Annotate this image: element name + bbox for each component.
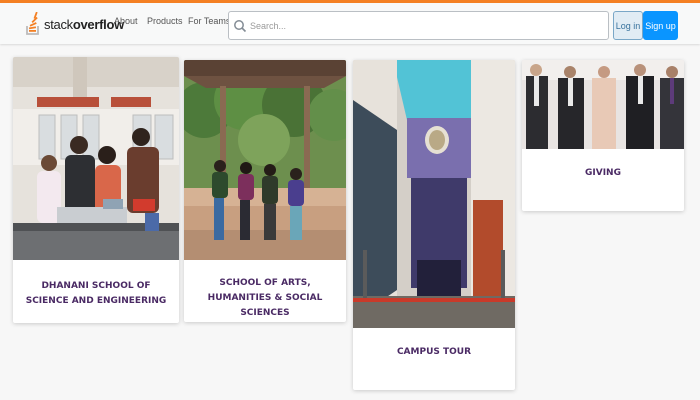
nav-for-teams[interactable]: For Teams bbox=[188, 16, 230, 26]
card-title[interactable]: SCHOOL OF ARTS, HUMANITIES & SOCIAL SCIE… bbox=[190, 276, 340, 321]
campus-building-photo bbox=[353, 60, 515, 328]
students-in-lab-photo bbox=[13, 57, 179, 260]
card-giving[interactable]: GIVING bbox=[522, 60, 684, 211]
nav-products[interactable]: Products bbox=[147, 16, 183, 26]
donors-group-photo bbox=[522, 60, 684, 149]
search-icon bbox=[234, 19, 247, 32]
signup-button[interactable]: Sign up bbox=[643, 11, 678, 40]
search-input[interactable] bbox=[250, 20, 600, 31]
logo-wordmark: stackoverflow bbox=[44, 17, 124, 32]
login-button[interactable]: Log in bbox=[613, 11, 643, 40]
card-arts-humanities[interactable]: SCHOOL OF ARTS, HUMANITIES & SOCIAL SCIE… bbox=[184, 60, 346, 322]
card-campus-tour[interactable]: CAMPUS TOUR bbox=[353, 60, 515, 390]
search-box[interactable] bbox=[228, 11, 609, 40]
stackoverflow-logo[interactable]: stackoverflow bbox=[26, 10, 124, 38]
card-science-engineering[interactable]: DHANANI SCHOOL OF SCIENCE AND ENGINEERIN… bbox=[13, 57, 179, 323]
card-title[interactable]: GIVING bbox=[528, 166, 678, 181]
card-title[interactable]: CAMPUS TOUR bbox=[359, 345, 509, 360]
students-in-pavilion-photo bbox=[184, 60, 346, 260]
nav-about[interactable]: About bbox=[114, 16, 138, 26]
card-title[interactable]: DHANANI SCHOOL OF SCIENCE AND ENGINEERIN… bbox=[19, 279, 173, 309]
logo-prefix: stack bbox=[44, 16, 73, 32]
top-bar: stackoverflow About Products For Teams L… bbox=[0, 0, 700, 44]
stackoverflow-logo-icon bbox=[26, 12, 39, 35]
